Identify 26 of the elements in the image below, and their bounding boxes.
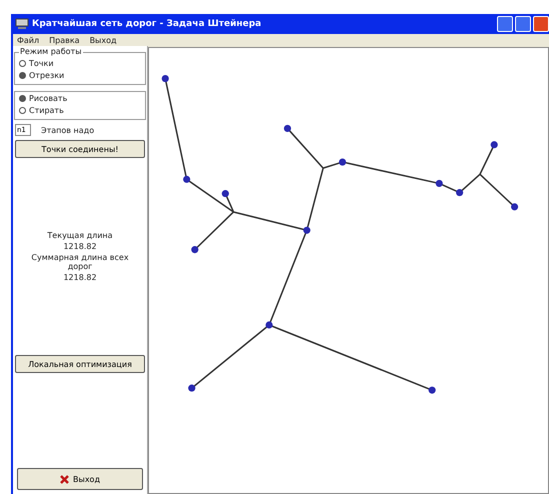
menu-item[interactable]: Файл (17, 36, 40, 44)
stat-text: 1218.82 (63, 273, 97, 282)
radio-button[interactable] (19, 107, 26, 114)
menu-item[interactable]: Правка (49, 36, 80, 44)
stat-text: 1218.82 (63, 242, 97, 251)
menu-item[interactable]: Выход (90, 36, 117, 44)
radio-label: Стирать (29, 106, 64, 115)
count-label: Этапов надо (41, 126, 94, 134)
connect-button[interactable]: Точки соединены! (15, 140, 145, 158)
optimize-button[interactable]: Локальная оптимизация (15, 355, 145, 373)
radio-button[interactable] (19, 60, 26, 67)
close-icon (60, 474, 70, 484)
radio-button[interactable] (19, 72, 26, 79)
radio-label: Точки (29, 59, 54, 68)
radio-label: Рисовать (29, 94, 68, 103)
stat-text: Суммарная длина всех дорог (30, 253, 130, 271)
exit-button[interactable]: Выход (17, 468, 143, 490)
maximize-button[interactable] (515, 16, 531, 32)
group-title: Режим работы (19, 47, 83, 56)
stat-text: Текущая длина (47, 231, 113, 240)
radio-label: Отрезки (29, 71, 64, 80)
radio-button[interactable] (19, 95, 26, 102)
close-button[interactable] (533, 16, 549, 32)
minimize-button[interactable] (497, 16, 513, 32)
app-icon (15, 18, 29, 30)
window-title: Кратчайшая сеть дорог - Задача Штейнера (32, 19, 262, 29)
